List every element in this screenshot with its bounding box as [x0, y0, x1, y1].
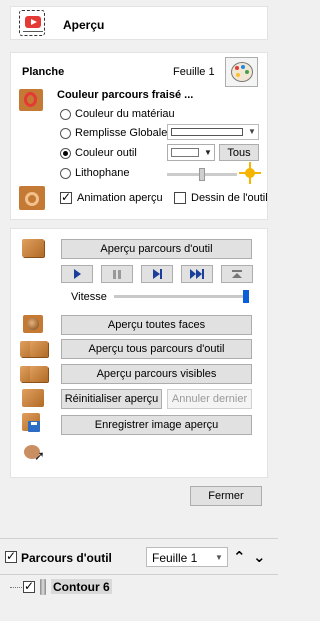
speed-label: Vitesse	[71, 291, 107, 303]
radio-lithophane[interactable]	[60, 168, 71, 179]
chevron-down-icon: ▼	[248, 127, 256, 136]
preview-play-icon	[19, 10, 45, 36]
page-title: Aperçu	[63, 18, 105, 32]
radio-label: Couleur du matériau	[75, 108, 175, 120]
dessin-checkbox[interactable]	[174, 192, 186, 204]
all-toolpaths-button[interactable]: Aperçu tous parcours d'outil	[61, 339, 252, 359]
visible-toolpaths-button[interactable]: Aperçu parcours visibles	[61, 364, 252, 384]
animation-tool-icon	[19, 186, 45, 210]
toolpaths-list-border	[0, 574, 278, 575]
radio-label: Remplisse Globale	[75, 127, 168, 139]
chevron-down-icon: ▼	[204, 148, 212, 157]
move-up-icon[interactable]: ⌃	[233, 548, 249, 566]
planche-panel: Planche Feuille 1 Couleur parcours frais…	[10, 52, 268, 220]
move-down-icon[interactable]: ⌄	[253, 548, 269, 566]
save-image-button[interactable]: Enregistrer image aperçu	[61, 415, 252, 435]
eject-button[interactable]	[221, 265, 253, 283]
radio-material-color[interactable]	[60, 109, 71, 120]
toolpath-item-checkbox[interactable]	[23, 579, 35, 593]
speed-slider[interactable]	[114, 290, 249, 303]
tree-connector	[10, 587, 22, 588]
radio-label: Couleur outil	[75, 147, 137, 159]
toolpath-item-label[interactable]: Contour 6	[51, 579, 112, 594]
play-button[interactable]	[61, 265, 93, 283]
animation-checkbox[interactable]	[60, 190, 72, 204]
pause-button[interactable]	[101, 265, 133, 283]
all-faces-button[interactable]: Aperçu toutes faces	[61, 315, 252, 335]
reset-preview-icon	[22, 389, 44, 407]
sheet-select[interactable]: Feuille 1 ▼	[146, 547, 228, 567]
preview-toolpath-icon	[22, 239, 44, 257]
sun-icon	[239, 162, 261, 184]
fast-forward-button[interactable]	[181, 265, 213, 283]
palette-icon[interactable]	[225, 57, 258, 87]
all-toolpaths-icon	[20, 339, 50, 359]
step-forward-button[interactable]	[141, 265, 173, 283]
visible-toolpaths-icon	[20, 364, 50, 384]
dessin-label: Dessin de l'outil	[191, 192, 268, 204]
preview-panel: Aperçu parcours d'outil Vitesse Aperçu t…	[10, 228, 268, 478]
radio-label: Lithophane	[75, 167, 130, 179]
close-button[interactable]: Fermer	[190, 486, 262, 506]
radio-global-fill[interactable]	[60, 128, 71, 139]
undo-last-button[interactable]: Annuler dernier	[167, 389, 252, 409]
preview-toolpath-button[interactable]: Aperçu parcours d'outil	[61, 239, 252, 259]
toolpaths-divider	[0, 538, 278, 539]
animation-label: Animation aperçu	[77, 192, 163, 204]
tool-bit-icon	[40, 579, 46, 595]
global-color-dropdown[interactable]: ▼	[167, 124, 259, 140]
all-faces-icon	[23, 315, 43, 333]
toolpaths-title: Parcours d'outil	[21, 551, 112, 565]
tous-button[interactable]: Tous	[219, 144, 259, 161]
tool-color-dropdown[interactable]: ▼	[167, 144, 215, 161]
save-image-icon	[22, 413, 44, 433]
planche-label: Planche	[22, 66, 65, 78]
color-title: Couleur parcours fraisé ...	[57, 89, 194, 101]
chevron-down-icon: ▼	[215, 553, 223, 562]
header-panel: Aperçu	[10, 6, 268, 40]
speed-slider-thumb[interactable]	[243, 290, 249, 303]
radio-tool-color[interactable]	[60, 148, 71, 159]
sheet-label: Feuille 1	[173, 66, 215, 78]
reset-preview-button[interactable]: Réinitialiser aperçu	[61, 389, 162, 409]
pointer-icon[interactable]: ➚	[24, 443, 48, 465]
lithophane-slider[interactable]	[167, 168, 237, 181]
toolpaths-title-checkbox[interactable]	[5, 549, 17, 563]
sheet-select-value: Feuille 1	[152, 551, 198, 565]
toolpath-color-icon	[19, 89, 43, 111]
